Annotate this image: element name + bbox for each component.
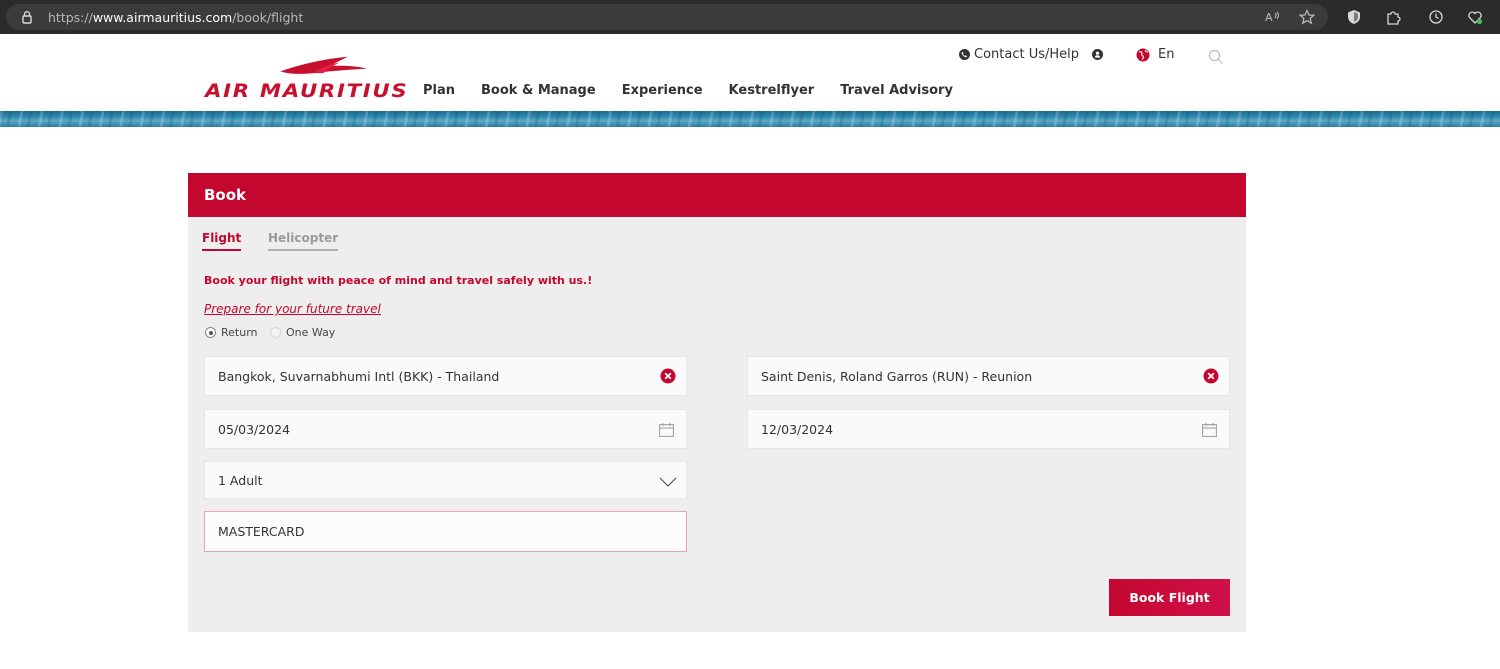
clear-destination-icon[interactable] [1203,368,1219,384]
air-mauritius-logo[interactable]: AIR MAURITIUS [205,54,407,102]
read-aloud-icon[interactable]: A [1264,9,1280,25]
destination-value: Saint Denis, Roland Garros (RUN) - Reuni… [761,369,1033,384]
return-date-field[interactable]: 12/03/2024 [747,409,1230,449]
nav-travel-advisory[interactable]: Travel Advisory [840,83,953,98]
url-text: https://www.airmauritius.com/book/flight [48,10,304,25]
main-nav: Plan Book & Manage Experience Kestrelfly… [423,83,953,98]
tab-helicopter[interactable]: Helicopter [268,231,339,251]
calendar-icon[interactable] [1202,423,1217,437]
depart-date-value: 05/03/2024 [218,422,291,437]
calendar-icon[interactable] [659,423,674,437]
paille-en-queue-bird-icon [280,56,367,74]
tab-flight[interactable]: Flight [202,231,242,251]
one-way-label: One Way [286,326,336,339]
destination-field[interactable]: Saint Denis, Roland Garros (RUN) - Reuni… [747,356,1230,396]
svg-text:A: A [1265,11,1273,24]
health-heart-icon[interactable] [1467,9,1483,25]
origin-field[interactable]: Bangkok, Suvarnabhumi Intl (BKK) - Thail… [204,356,687,396]
clear-origin-icon[interactable] [660,368,676,384]
nav-book-manage[interactable]: Book & Manage [481,83,596,98]
phone-icon [959,49,970,60]
trip-type-return[interactable]: Return [205,326,258,339]
return-radio[interactable] [205,327,216,338]
promo-code-value: MASTERCARD [218,524,305,539]
trip-type-one-way[interactable]: One Way [270,326,335,339]
book-flight-button[interactable]: Book Flight [1109,579,1230,616]
chevron-down-icon [659,477,677,487]
promo-message: Book your flight with peace of mind and … [204,274,593,287]
site-header: AIR MAURITIUS Plan Book & Manage Experie… [0,34,1500,111]
return-date-value: 12/03/2024 [761,422,834,437]
panel-header: Book [188,173,1246,217]
promo-code-field[interactable]: MASTERCARD [204,511,687,552]
lock-icon [22,11,32,24]
prepare-travel-link[interactable]: Prepare for your future travel [204,302,381,316]
one-way-radio[interactable] [270,327,281,338]
logo-wordmark: AIR MAURITIUS [205,80,409,102]
browser-toolbar: https://www.airmauritius.com/book/flight… [0,0,1500,34]
account-icon[interactable] [1092,49,1103,60]
shield-icon[interactable] [1346,9,1362,25]
search-icon[interactable] [1208,49,1224,65]
passengers-select[interactable]: 1 Adult [204,461,687,499]
nav-experience[interactable]: Experience [622,83,703,98]
booking-panel: Book Flight Helicopter Book your flight … [188,173,1246,632]
extensions-icon[interactable] [1385,9,1401,25]
ocean-banner [0,111,1500,127]
favorite-star-icon[interactable] [1299,9,1315,25]
passengers-value: 1 Adult [218,473,263,488]
contact-help-label: Contact Us/Help [974,47,1080,62]
panel-title: Book [204,186,247,204]
contact-help-link[interactable]: Contact Us/Help [959,47,1079,62]
history-icon[interactable] [1428,9,1444,25]
origin-value: Bangkok, Suvarnabhumi Intl (BKK) - Thail… [218,369,500,384]
address-bar[interactable]: https://www.airmauritius.com/book/flight… [6,4,1328,30]
nav-plan[interactable]: Plan [423,83,455,98]
language-selector[interactable]: En [1136,47,1174,62]
depart-date-field[interactable]: 05/03/2024 [204,409,687,449]
globe-icon [1136,48,1150,61]
language-label: En [1158,47,1175,62]
nav-kestrelflyer[interactable]: Kestrelflyer [729,83,815,98]
return-label: Return [221,326,258,339]
